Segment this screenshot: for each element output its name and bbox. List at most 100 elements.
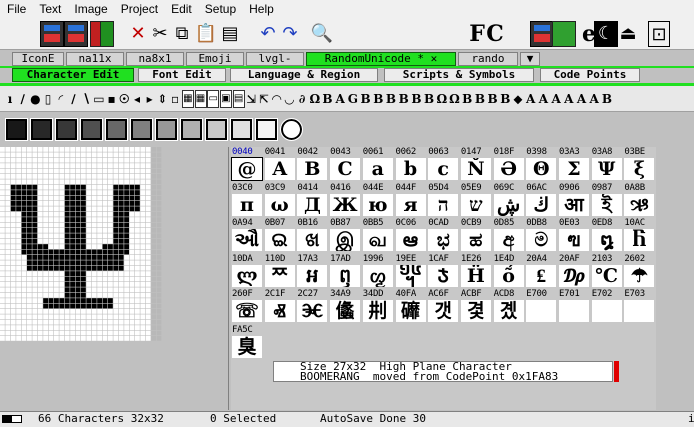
char-cell[interactable]: 044E ю — [362, 183, 395, 216]
draw-tool-23[interactable]: ∂ — [296, 90, 308, 108]
char-cell[interactable]: 110D ᄍ — [264, 254, 297, 287]
shade-button-5[interactable] — [130, 118, 153, 141]
draw-tool-30[interactable]: B — [385, 90, 397, 108]
paste-icon[interactable]: 📋 — [194, 21, 218, 47]
char-cell[interactable]: E701 — [558, 289, 591, 323]
char-cell[interactable]: 0414 Д — [296, 183, 329, 216]
draw-tool-38[interactable]: B — [487, 90, 499, 108]
undo-icon[interactable]: ↶ — [256, 21, 280, 47]
char-cell[interactable]: 03BE ξ — [623, 147, 656, 180]
char-cell[interactable]: 40FA 䃺 — [395, 289, 428, 323]
char-cell[interactable]: 0041 A — [264, 147, 297, 180]
char-cell[interactable]: 0DB8 ම — [525, 218, 558, 252]
char-cell[interactable]: 018F Ə — [493, 147, 526, 180]
book-green-icon[interactable] — [100, 21, 114, 47]
char-cell[interactable]: 05D4 ה — [427, 183, 460, 216]
draw-tool-7[interactable]: ▭ — [93, 90, 105, 108]
font-code-icon[interactable]: C — [480, 21, 510, 47]
char-cell[interactable]: 05E9 ש — [460, 183, 493, 216]
draw-tool-35[interactable]: Ω — [449, 90, 461, 108]
pixel-grid[interactable] — [0, 147, 229, 410]
tab-font-edit[interactable]: Font Edit — [138, 68, 226, 82]
draw-tool-3[interactable]: ▯ — [42, 90, 54, 108]
char-cell[interactable]: 2103 ℃ — [591, 254, 624, 287]
char-cell[interactable]: 1E26 Ḧ — [460, 254, 493, 287]
char-cell[interactable]: 0062 b — [395, 147, 428, 180]
menu-setup[interactable]: Setup — [198, 2, 242, 16]
char-cell[interactable]: 0906 आ — [558, 183, 591, 216]
char-cell[interactable]: 20A4 ₤ — [525, 254, 558, 287]
shade-button-8[interactable] — [205, 118, 228, 141]
tab-overflow-button[interactable]: ▼ — [520, 52, 540, 66]
char-cell[interactable]: 0042 B — [296, 147, 329, 180]
char-cell[interactable]: 34A9 㒩 — [329, 289, 362, 323]
cut-icon[interactable]: ✂ — [148, 21, 172, 47]
char-cell[interactable]: 03C9 ω — [264, 183, 297, 216]
char-cell[interactable]: 0398 Θ — [525, 147, 558, 180]
char-cell[interactable]: 0B16 ଖ — [296, 218, 329, 252]
char-cell[interactable]: 0043 C — [329, 147, 362, 180]
draw-tool-29[interactable]: B — [372, 90, 384, 108]
char-cell[interactable]: 0D85 අ — [493, 218, 526, 252]
char-cell[interactable]: ACBF 겿 — [460, 289, 493, 323]
draw-tool-0[interactable]: ı — [4, 90, 16, 108]
char-cell[interactable]: 1CAF Ჯ — [427, 254, 460, 287]
shade-button-0[interactable] — [5, 118, 28, 141]
circle-shade-icon[interactable] — [280, 118, 303, 141]
draw-tool-20[interactable]: ⇱ — [258, 90, 270, 108]
draw-tool-43[interactable]: A — [550, 90, 562, 108]
draw-tool-19[interactable]: ⇲ — [245, 90, 257, 108]
draw-tool-37[interactable]: B — [474, 90, 486, 108]
copy-icon[interactable]: ⧉ — [170, 21, 194, 47]
menu-image[interactable]: Image — [67, 2, 113, 16]
char-cell[interactable]: 03A8 Ψ — [591, 147, 624, 180]
shade-button-2[interactable] — [55, 118, 78, 141]
char-cell[interactable]: 0CB9 ಹ — [460, 218, 493, 252]
clipboard-icon[interactable]: ▤ — [218, 21, 242, 47]
draw-tool-36[interactable]: B — [461, 90, 473, 108]
crescent-icon[interactable]: ☾ — [594, 21, 618, 47]
tab-randomunicode[interactable]: RandomUnicode * ✕ — [306, 52, 456, 66]
draw-tool-15[interactable]: ▦ — [194, 90, 207, 108]
save-app-icon[interactable] — [64, 21, 88, 47]
char-cell[interactable]: 34DD 㓝 — [362, 289, 395, 323]
draw-tool-42[interactable]: A — [537, 90, 549, 108]
draw-tool-28[interactable]: B — [360, 90, 372, 108]
multi-app-icon[interactable] — [552, 21, 576, 47]
char-cell[interactable]: 17A3 ឣ — [296, 254, 329, 287]
char-cell[interactable]: 19EE ᧮ — [395, 254, 428, 287]
char-cell[interactable]: 10DA ლ — [231, 254, 264, 287]
menu-edit[interactable]: Edit — [164, 2, 198, 16]
draw-tool-14[interactable]: ▦ — [181, 90, 194, 108]
draw-tool-11[interactable]: ▸ — [144, 90, 156, 108]
draw-tool-46[interactable]: A — [588, 90, 600, 108]
char-cell[interactable]: FA5C 臭 — [231, 325, 264, 358]
char-cell[interactable]: 1996 ᦖ — [362, 254, 395, 287]
shade-button-10[interactable] — [255, 118, 278, 141]
draw-tool-40[interactable]: ⬥ — [512, 90, 524, 108]
char-cell[interactable]: 0416 Ж — [329, 183, 362, 216]
draw-tool-17[interactable]: ▣ — [219, 90, 232, 108]
tab-icone[interactable]: IconE — [12, 52, 64, 66]
draw-tool-27[interactable]: G — [347, 90, 359, 108]
char-cell[interactable]: 0E03 ฃ — [558, 218, 591, 252]
char-cell[interactable]: 2602 ☂ — [623, 254, 656, 287]
char-cell[interactable]: 0063 c — [427, 147, 460, 180]
menu-help[interactable]: Help — [242, 2, 280, 16]
char-cell[interactable]: E703 — [623, 289, 656, 323]
draw-tool-34[interactable]: Ω — [436, 90, 448, 108]
char-cell[interactable]: 2C27 Ⱗ — [296, 289, 329, 323]
char-cell[interactable]: AC6F 갯 — [427, 289, 460, 323]
char-cell[interactable]: 0A8B ઋ — [623, 183, 656, 216]
draw-tool-6[interactable]: ∖ — [80, 90, 92, 108]
draw-tool-5[interactable]: ∕ — [68, 90, 80, 108]
tab-character-edit[interactable]: Character Edit — [12, 68, 134, 82]
tab-rando[interactable]: rando — [458, 52, 518, 66]
new-app-icon[interactable] — [40, 21, 64, 47]
char-cell[interactable]: 069C ڜ — [493, 183, 526, 216]
char-cell[interactable]: 0987 ই — [591, 183, 624, 216]
draw-tool-26[interactable]: A — [334, 90, 346, 108]
char-cell[interactable]: 0147 Ň — [460, 147, 493, 180]
draw-tool-21[interactable]: ◠ — [271, 90, 283, 108]
char-cell[interactable]: 0CAD ಭ — [427, 218, 460, 252]
